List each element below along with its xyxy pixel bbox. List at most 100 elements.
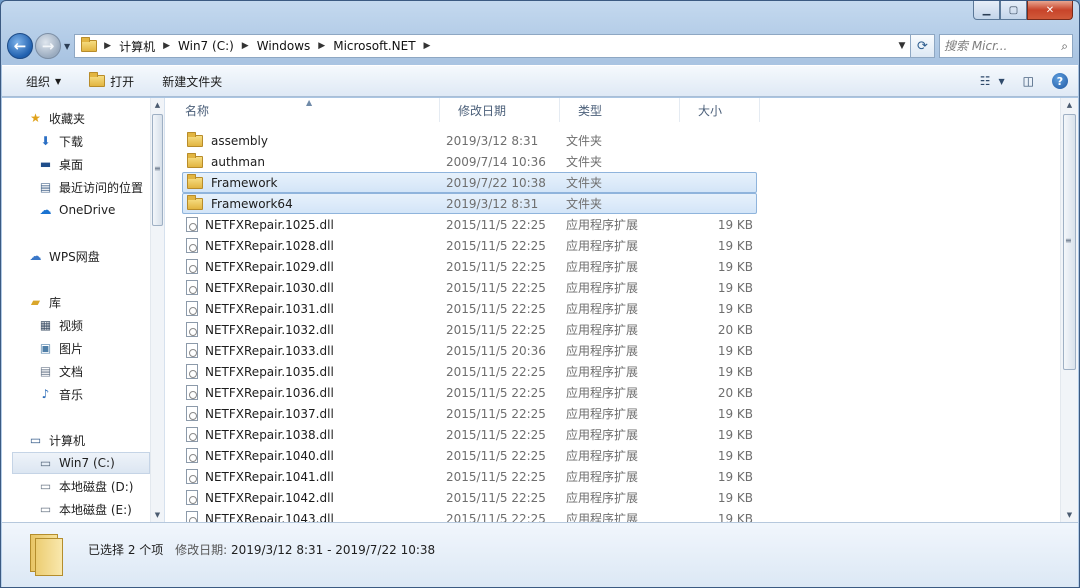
file-date: 2015/11/5 22:25: [446, 469, 546, 484]
file-name: NETFXRepair.1042.dll: [205, 490, 334, 505]
file-row[interactable]: NETFXRepair.1035.dll 2015/11/5 22:25 应用程序扩…: [182, 361, 757, 382]
file-name: NETFXRepair.1037.dll: [205, 406, 334, 421]
file-size: 19 KB: [717, 343, 753, 358]
nav-item-downloads[interactable]: ⬇ 下载: [38, 130, 83, 152]
folder-icon: [187, 194, 203, 210]
dll-file-icon: [186, 385, 198, 400]
search-icon[interactable]: ⌕: [1061, 39, 1068, 54]
nav-item-drive-e[interactable]: ▭ 本地磁盘 (E:): [38, 498, 132, 520]
file-size: 19 KB: [717, 448, 753, 463]
file-date: 2015/11/5 22:25: [446, 301, 546, 316]
column-header-label: 大小: [698, 103, 723, 118]
nav-item-desktop[interactable]: ▬ 桌面: [38, 153, 83, 175]
forward-button[interactable]: →: [35, 33, 61, 59]
nav-item-recent[interactable]: ▤ 最近访问的位置: [38, 176, 143, 198]
nav-item-onedrive[interactable]: ☁ OneDrive: [38, 199, 116, 221]
file-row[interactable]: NETFXRepair.1041.dll 2015/11/5 22:25 应用程序扩…: [182, 466, 757, 487]
file-type: 应用程序扩展: [566, 218, 639, 232]
breadcrumb-windows[interactable]: Windows: [257, 39, 311, 53]
file-row[interactable]: NETFXRepair.1031.dll 2015/11/5 22:25 应用程序扩…: [182, 298, 757, 319]
file-name-cell: authman: [183, 152, 446, 169]
recent-pages-dropdown-icon[interactable]: ▼: [64, 42, 70, 51]
scroll-down-icon[interactable]: ▼: [151, 511, 164, 519]
nav-scrollbar[interactable]: ▲ ≡ ▼: [150, 98, 164, 522]
organize-button[interactable]: 组织 ▼: [26, 73, 61, 90]
file-row[interactable]: Framework64 2019/3/12 8:31 文件夹: [182, 193, 757, 214]
nav-item-label: 最近访问的位置: [59, 180, 144, 195]
file-row[interactable]: NETFXRepair.1033.dll 2015/11/5 20:36 应用程序扩…: [182, 340, 757, 361]
nav-computer[interactable]: ▭ 计算机: [28, 429, 85, 451]
file-row[interactable]: NETFXRepair.1028.dll 2015/11/5 22:25 应用程序扩…: [182, 235, 757, 256]
document-icon: ▤: [39, 363, 52, 378]
search-input[interactable]: [944, 39, 1062, 53]
details-pane: 已选择 2 个项 修改日期: 2019/3/12 8:31 - 2019/7/2…: [2, 522, 1078, 587]
file-row[interactable]: assembly 2019/3/12 8:31 文件夹: [182, 130, 757, 151]
column-header-type[interactable]: 类型: [560, 98, 680, 122]
nav-item-documents[interactable]: ▤ 文档: [38, 360, 83, 382]
nav-favorites[interactable]: ★ 收藏夹: [28, 107, 85, 129]
help-icon[interactable]: ?: [1052, 73, 1068, 89]
file-type: 应用程序扩展: [566, 344, 639, 358]
nav-item-drive-d[interactable]: ▭ 本地磁盘 (D:): [38, 475, 134, 497]
open-button[interactable]: 打开: [89, 72, 134, 90]
breadcrumb-separator-icon[interactable]: ▶: [163, 41, 170, 51]
minimize-button[interactable]: ▁: [973, 1, 1000, 20]
breadcrumb-separator-icon[interactable]: ▶: [242, 41, 249, 51]
change-view-icon[interactable]: ☷: [980, 74, 991, 88]
maximize-button[interactable]: ▢: [1000, 1, 1027, 20]
nav-libraries[interactable]: ▰ 库: [28, 291, 61, 313]
file-row[interactable]: Framework 2019/7/22 10:38 文件夹: [182, 172, 757, 193]
breadcrumb-separator-icon[interactable]: ▶: [104, 41, 111, 51]
breadcrumb-separator-icon[interactable]: ▶: [318, 41, 325, 51]
file-row[interactable]: NETFXRepair.1042.dll 2015/11/5 22:25 应用程序扩…: [182, 487, 757, 508]
breadcrumb-drive[interactable]: Win7 (C:): [178, 39, 234, 53]
file-list-pane: 名称 修改日期 类型 大小 ▲ assembly 2019/3/12 8:31 文件…: [167, 98, 1078, 526]
windows-drive-icon: ▭: [39, 455, 52, 470]
details-text: 已选择 2 个项 修改日期: 2019/3/12 8:31 - 2019/7/2…: [88, 541, 435, 558]
close-button[interactable]: ✕: [1027, 1, 1073, 20]
column-header-date[interactable]: 修改日期: [440, 98, 560, 122]
file-name-cell: NETFXRepair.1032.dll: [183, 322, 446, 337]
scroll-up-icon[interactable]: ▲: [1061, 101, 1078, 109]
preview-pane-icon[interactable]: ◫: [1023, 74, 1034, 88]
file-name: NETFXRepair.1031.dll: [205, 301, 334, 316]
file-row[interactable]: NETFXRepair.1036.dll 2015/11/5 22:25 应用程序扩…: [182, 382, 757, 403]
address-dropdown-icon[interactable]: ▼: [894, 41, 910, 51]
file-type: 应用程序扩展: [566, 470, 639, 484]
nav-item-drive-c[interactable]: ▭ Win7 (C:): [12, 452, 150, 474]
nav-item-pictures[interactable]: ▣ 图片: [38, 337, 83, 359]
breadcrumb-microsoft-net[interactable]: Microsoft.NET: [333, 39, 415, 53]
nav-item-music[interactable]: ♪ 音乐: [38, 383, 83, 405]
file-size: 19 KB: [717, 406, 753, 421]
file-type: 应用程序扩展: [566, 428, 639, 442]
scroll-up-icon[interactable]: ▲: [151, 101, 164, 109]
file-type: 应用程序扩展: [566, 239, 639, 253]
dll-file-icon: [186, 322, 198, 337]
file-row[interactable]: NETFXRepair.1029.dll 2015/11/5 22:25 应用程序扩…: [182, 256, 757, 277]
file-list-scrollbar[interactable]: ▲ ≡ ▼: [1060, 98, 1078, 522]
search-box[interactable]: ⌕: [939, 34, 1073, 58]
back-button[interactable]: ←: [7, 33, 33, 59]
column-header-size[interactable]: 大小: [680, 98, 760, 122]
music-icon: ♪: [41, 386, 50, 401]
address-bar[interactable]: ▶ 计算机 ▶ Win7 (C:) ▶ Windows ▶ Microsoft.…: [74, 34, 911, 58]
nav-wps-drive[interactable]: ☁ WPS网盘: [28, 245, 100, 267]
scroll-down-icon[interactable]: ▼: [1061, 511, 1078, 519]
file-row[interactable]: authman 2009/7/14 10:36 文件夹: [182, 151, 757, 172]
file-row[interactable]: NETFXRepair.1025.dll 2015/11/5 22:25 应用程序扩…: [182, 214, 757, 235]
file-row[interactable]: NETFXRepair.1038.dll 2015/11/5 22:25 应用程序扩…: [182, 424, 757, 445]
refresh-button[interactable]: ⟳: [911, 34, 935, 58]
file-row[interactable]: NETFXRepair.1032.dll 2015/11/5 22:25 应用程序扩…: [182, 319, 757, 340]
breadcrumb-computer[interactable]: 计算机: [119, 38, 155, 55]
file-row[interactable]: NETFXRepair.1030.dll 2015/11/5 22:25 应用程序扩…: [182, 277, 757, 298]
caption-buttons: ▁ ▢ ✕: [973, 1, 1073, 21]
file-row[interactable]: NETFXRepair.1037.dll 2015/11/5 22:25 应用程序扩…: [182, 403, 757, 424]
column-header-name[interactable]: 名称: [167, 98, 440, 122]
new-folder-button[interactable]: 新建文件夹: [162, 73, 222, 90]
desktop-icon: ▬: [39, 156, 52, 171]
nav-item-videos[interactable]: ▦ 视频: [38, 314, 83, 336]
file-row[interactable]: NETFXRepair.1040.dll 2015/11/5 22:25 应用程序扩…: [182, 445, 757, 466]
view-dropdown-icon[interactable]: ▼: [999, 77, 1005, 86]
breadcrumb-separator-icon[interactable]: ▶: [424, 41, 431, 51]
nav-item-label: 本地磁盘 (D:): [59, 479, 134, 494]
